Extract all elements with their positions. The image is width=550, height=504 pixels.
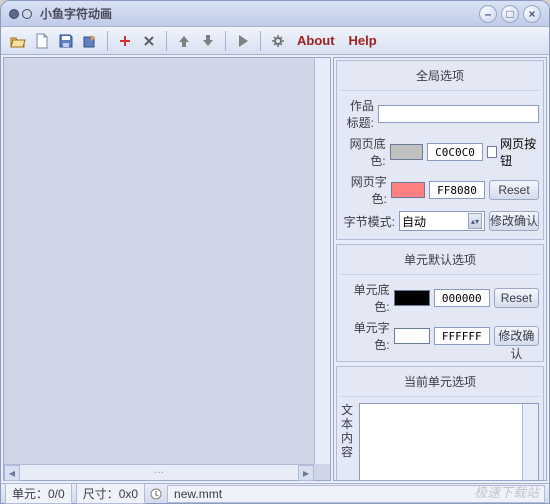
scroll-left-icon[interactable]: ◂	[4, 465, 20, 481]
unit-default-panel: 单元默认选项 单元底色: Reset 单元字色: 修改确认	[336, 244, 544, 362]
window-title: 小鱼字符动画	[40, 5, 112, 22]
play-button[interactable]	[232, 30, 254, 52]
page-fg-label: 网页字色:	[341, 173, 387, 207]
gear-icon	[271, 34, 285, 48]
close-button[interactable]: ×	[523, 5, 541, 23]
page-button-checkbox[interactable]	[487, 146, 497, 158]
unit-bg-label: 单元底色:	[341, 281, 390, 315]
unit-fg-swatch[interactable]	[394, 328, 430, 344]
page-bg-swatch[interactable]	[390, 144, 423, 160]
horizontal-scrollbar[interactable]: ◂ ··· ▸	[4, 464, 314, 480]
status-size: 尺寸：0x0	[76, 483, 145, 504]
page-bg-label: 网页底色:	[341, 135, 386, 169]
global-reset-button[interactable]: Reset	[489, 180, 539, 200]
textarea-scrollbar[interactable]	[522, 404, 538, 481]
app-icon-dot	[9, 9, 19, 19]
move-up-button[interactable]	[173, 30, 195, 52]
page-fg-code[interactable]	[429, 181, 485, 199]
content-area: ◂ ··· ▸ 全局选项 作品标题: 网页底色: 网页	[1, 55, 549, 483]
minimize-button[interactable]: –	[479, 5, 497, 23]
byte-mode-label: 字节模式:	[341, 213, 395, 230]
canvas-area[interactable]: ◂ ··· ▸	[3, 57, 331, 481]
byte-mode-value: 自动	[402, 213, 426, 230]
vertical-scrollbar[interactable]	[314, 58, 330, 464]
page-bg-code[interactable]	[427, 143, 483, 161]
text-content-label: 文本内容	[341, 403, 355, 481]
toolbar: About Help	[1, 27, 549, 55]
about-link[interactable]: About	[291, 31, 341, 50]
app-window: 小鱼字符动画 – □ ×	[0, 0, 550, 504]
titlebar: 小鱼字符动画 – □ ×	[1, 1, 549, 27]
unit-default-confirm-button[interactable]: 修改确认	[494, 326, 539, 346]
unit-bg-swatch[interactable]	[394, 290, 430, 306]
status-file-icon	[149, 487, 163, 501]
plus-icon	[118, 34, 132, 48]
save-icon	[59, 34, 73, 48]
work-title-input[interactable]	[378, 105, 539, 123]
arrow-down-icon	[202, 34, 214, 48]
page-fg-swatch[interactable]	[391, 182, 425, 198]
scroll-track[interactable]: ···	[20, 467, 298, 478]
scroll-right-icon[interactable]: ▸	[298, 465, 314, 481]
add-button[interactable]	[114, 30, 136, 52]
work-title-label: 作品标题:	[341, 97, 374, 131]
text-content-textarea[interactable]	[359, 403, 539, 481]
page-button-checkbox-wrap[interactable]: 网页按钮	[487, 135, 539, 169]
unit-bg-code[interactable]	[434, 289, 490, 307]
help-link[interactable]: Help	[343, 31, 383, 50]
export-button[interactable]	[79, 30, 101, 52]
folder-open-icon	[10, 34, 26, 48]
title-icons	[9, 9, 32, 19]
unit-default-reset-button[interactable]: Reset	[494, 288, 539, 308]
byte-mode-combo[interactable]: 自动 ▴▾	[399, 211, 485, 231]
status-unit: 单元：0/0	[5, 483, 72, 504]
status-file: new.mmt	[167, 485, 545, 503]
side-panel: 全局选项 作品标题: 网页底色: 网页按钮 网页字色:	[333, 57, 547, 481]
play-icon	[237, 34, 249, 48]
export-icon	[83, 34, 97, 48]
save-button[interactable]	[55, 30, 77, 52]
page-button-label: 网页按钮	[500, 135, 539, 169]
global-options-panel: 全局选项 作品标题: 网页底色: 网页按钮 网页字色:	[336, 60, 544, 240]
app-icon-dot	[22, 9, 32, 19]
maximize-button[interactable]: □	[501, 5, 519, 23]
delete-button[interactable]	[138, 30, 160, 52]
panel-title-current-unit: 当前单元选项	[341, 371, 539, 397]
x-icon	[142, 34, 156, 48]
unit-fg-code[interactable]	[434, 327, 490, 345]
new-file-icon	[35, 33, 49, 49]
unit-fg-label: 单元字色:	[341, 319, 390, 353]
global-confirm-button[interactable]: 修改确认	[489, 211, 539, 231]
move-down-button[interactable]	[197, 30, 219, 52]
current-unit-panel: 当前单元选项 文本内容 单元底色: 单元字色:	[336, 366, 544, 481]
statusbar: 单元：0/0 尺寸：0x0 new.mmt	[1, 483, 549, 503]
new-button[interactable]	[31, 30, 53, 52]
open-button[interactable]	[7, 30, 29, 52]
panel-title-unit-default: 单元默认选项	[341, 249, 539, 275]
arrow-up-icon	[178, 34, 190, 48]
settings-button[interactable]	[267, 30, 289, 52]
panel-title-global: 全局选项	[341, 65, 539, 91]
combo-spinner-icon[interactable]: ▴▾	[468, 213, 482, 229]
